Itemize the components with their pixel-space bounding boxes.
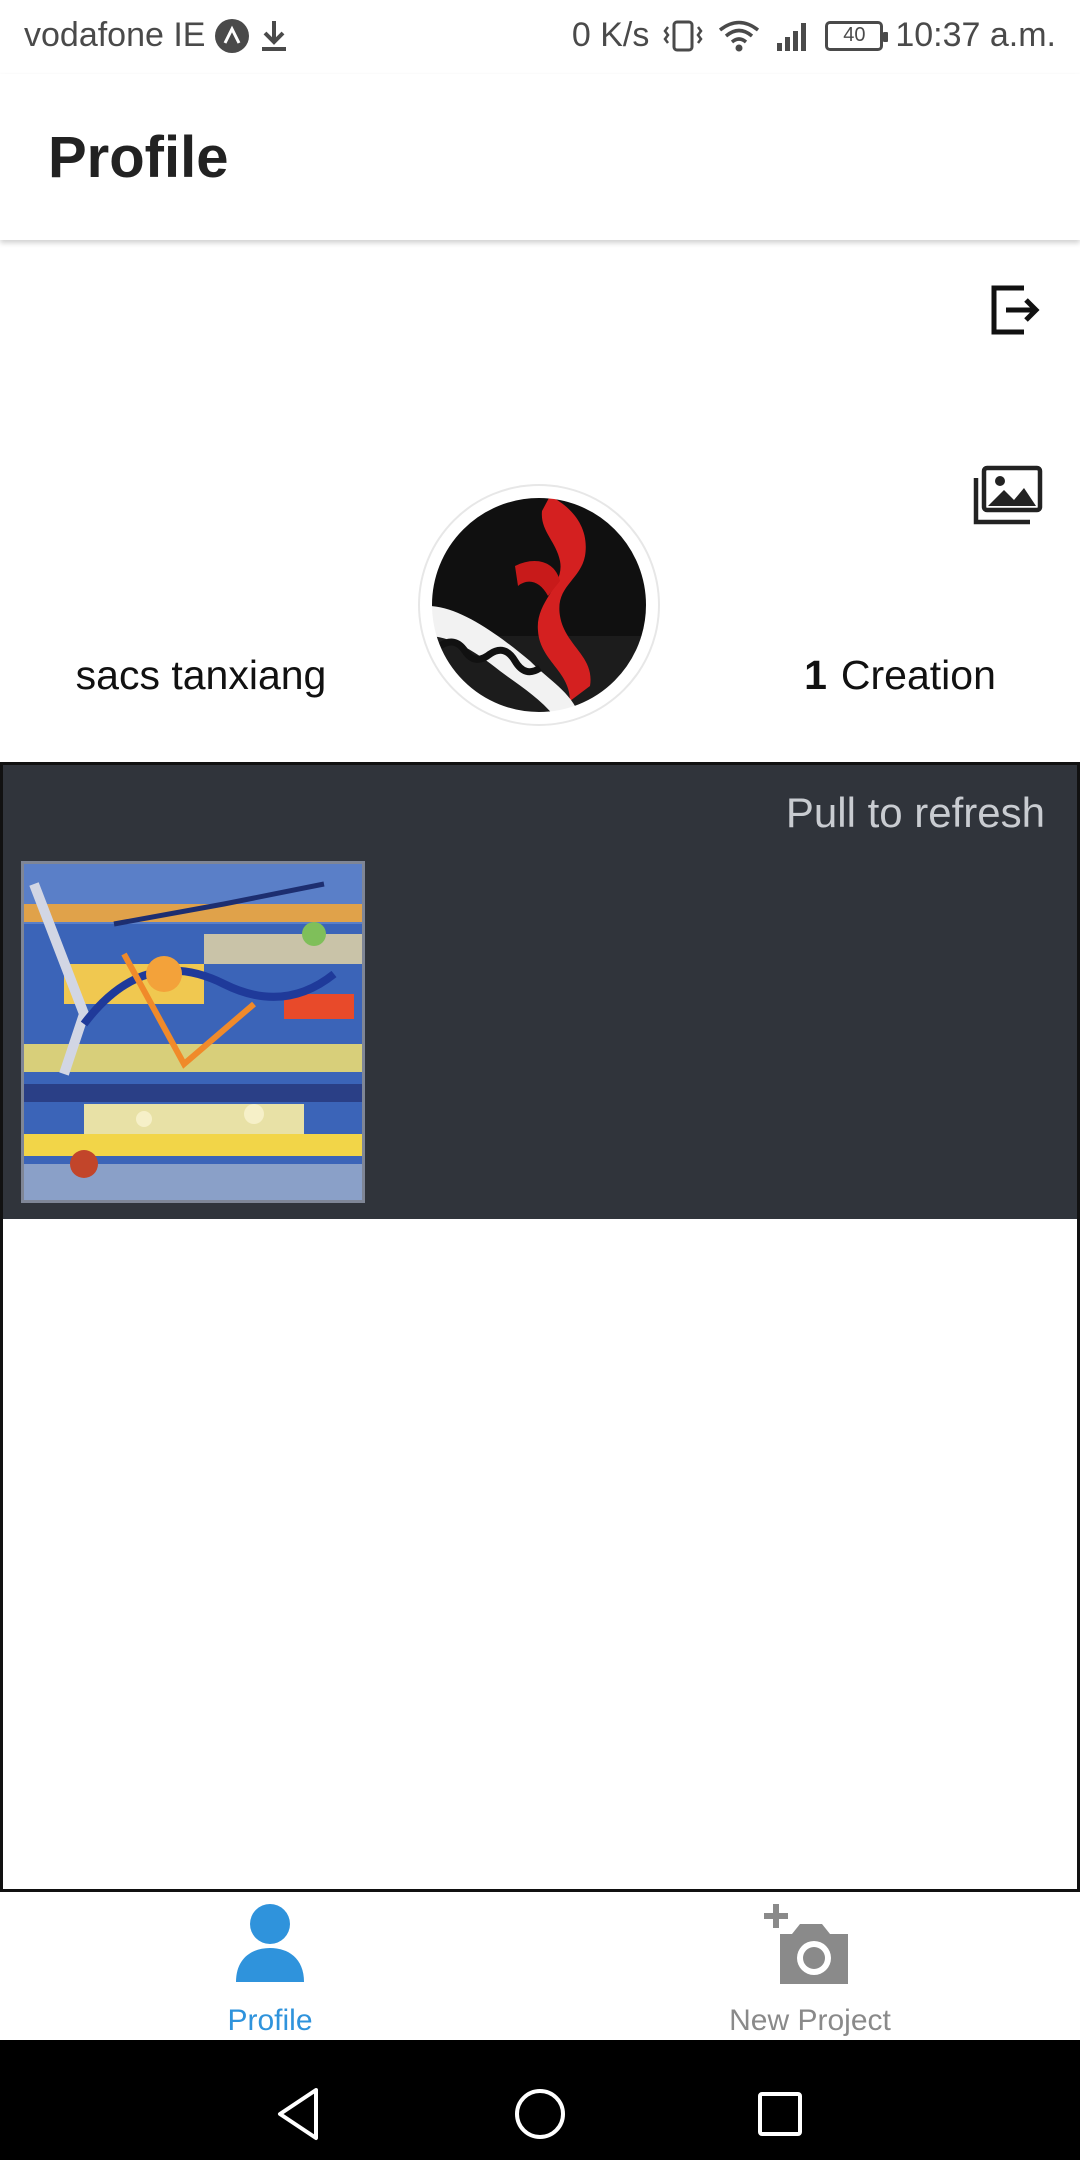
net-speed: 0 K/s — [571, 16, 650, 54]
carrier-name: vodafone IE — [24, 16, 206, 54]
nav-tab-new-project-label: New Project — [729, 2004, 891, 2037]
home-icon — [515, 2089, 565, 2139]
app-notification-icon — [215, 18, 250, 53]
signal-icon — [773, 19, 813, 53]
nav-tab-new-project[interactable]: New Project — [540, 1892, 1080, 2040]
logout-icon — [991, 285, 1040, 335]
nav-tab-profile[interactable]: Profile — [0, 1892, 540, 2040]
avatar[interactable] — [420, 486, 658, 724]
add-camera-icon — [764, 1904, 848, 1984]
feed-refresh-area: Pull to refresh — [3, 765, 1077, 1219]
creation-count: 1 — [804, 652, 827, 698]
artwork-image — [24, 864, 362, 1200]
recents-button[interactable] — [720, 2040, 840, 2160]
back-icon — [278, 2088, 318, 2140]
home-button[interactable] — [480, 2040, 600, 2160]
battery-level: 40 — [843, 24, 866, 46]
avatar-image — [424, 490, 654, 720]
gallery-icon — [973, 465, 1043, 525]
nav-tab-profile-label: Profile — [227, 2004, 313, 2037]
logout-button[interactable] — [988, 282, 1044, 338]
back-button[interactable] — [240, 2040, 360, 2160]
clock: 10:37 a.m. — [895, 16, 1056, 54]
pull-to-refresh-label: Pull to refresh — [785, 789, 1045, 836]
creation-stats: 1 Creation — [760, 652, 1040, 699]
username: sacs tanxiang — [75, 652, 327, 698]
recents-icon — [758, 2092, 802, 2136]
vibrate-icon — [661, 19, 705, 53]
status-bar: vodafone IE 0 K/s 40 10:37 a.m. — [0, 0, 1080, 74]
app-bar: Profile — [0, 74, 1080, 240]
download-icon — [259, 19, 289, 53]
person-icon — [236, 1904, 304, 1982]
artwork-thumbnail[interactable] — [21, 861, 365, 1203]
system-navigation-bar — [0, 2040, 1080, 2160]
wifi-icon — [717, 19, 761, 53]
battery-icon: 40 — [825, 20, 889, 51]
creations-feed[interactable]: Pull to refresh — [0, 762, 1080, 1892]
creation-label: Creation — [840, 652, 996, 698]
gallery-button[interactable] — [972, 464, 1044, 528]
bottom-navigation: Profile New Project — [0, 1892, 1080, 2040]
page-title: Profile — [48, 125, 229, 190]
